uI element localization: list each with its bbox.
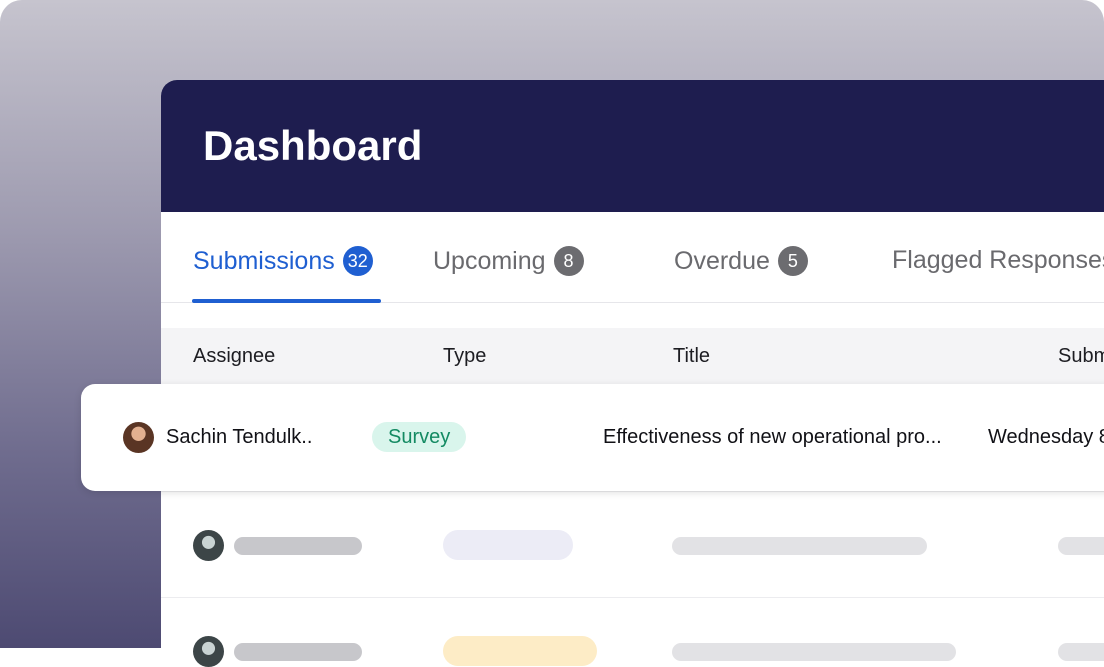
tab-upcoming-count: 8 xyxy=(553,246,584,276)
row-divider xyxy=(161,597,1104,598)
active-tab-indicator xyxy=(192,299,381,303)
skeleton-assignee xyxy=(234,643,362,661)
tab-overdue[interactable]: Overdue 5 xyxy=(674,246,808,276)
skeleton-title xyxy=(672,537,927,555)
dashboard-panel: Dashboard Submissions 32 Upcoming 8 Over… xyxy=(161,80,1104,648)
avatar xyxy=(123,422,154,453)
assignee-name: Sachin Tendulk.. xyxy=(166,426,313,448)
avatar xyxy=(193,636,224,667)
avatar xyxy=(193,530,224,561)
tab-submissions-label: Submissions xyxy=(193,246,335,275)
dashboard-header: Dashboard xyxy=(161,80,1104,212)
column-header-type[interactable]: Type xyxy=(443,345,486,368)
column-header-title[interactable]: Title xyxy=(673,345,710,368)
tab-overdue-count: 5 xyxy=(777,246,808,276)
skeleton-submitted xyxy=(1058,537,1104,555)
row-title: Effectiveness of new operational pro... xyxy=(603,426,942,448)
skeleton-title xyxy=(672,643,956,661)
skeleton-assignee xyxy=(234,537,362,555)
type-badge: Survey xyxy=(372,422,467,452)
skeleton-type-badge xyxy=(443,636,597,666)
row-divider xyxy=(161,491,1104,492)
skeleton-type-badge xyxy=(443,530,573,560)
tab-overdue-label: Overdue xyxy=(674,246,770,275)
tab-flagged-label: Flagged Responses xyxy=(892,246,1104,274)
skeleton-submitted xyxy=(1058,643,1104,661)
column-header-submitted[interactable]: Submitted xyxy=(1058,345,1104,368)
tab-submissions-count: 32 xyxy=(342,246,373,276)
column-header-assignee[interactable]: Assignee xyxy=(193,345,275,368)
row-submitted: Wednesday 8 xyxy=(988,426,1104,448)
tab-bar: Submissions 32 Upcoming 8 Overdue 5 Flag… xyxy=(161,212,1104,303)
table-row-highlighted[interactable]: Sachin Tendulk.. Survey Effectiveness of… xyxy=(81,384,1104,491)
table-header: Assignee Type Title Submitted xyxy=(161,328,1104,384)
tab-upcoming[interactable]: Upcoming 8 xyxy=(433,246,584,276)
tab-upcoming-label: Upcoming xyxy=(433,246,546,275)
tab-flagged-responses[interactable]: Flagged Responses xyxy=(892,246,1104,275)
tab-submissions[interactable]: Submissions 32 xyxy=(193,246,373,276)
page-title: Dashboard xyxy=(203,122,423,169)
